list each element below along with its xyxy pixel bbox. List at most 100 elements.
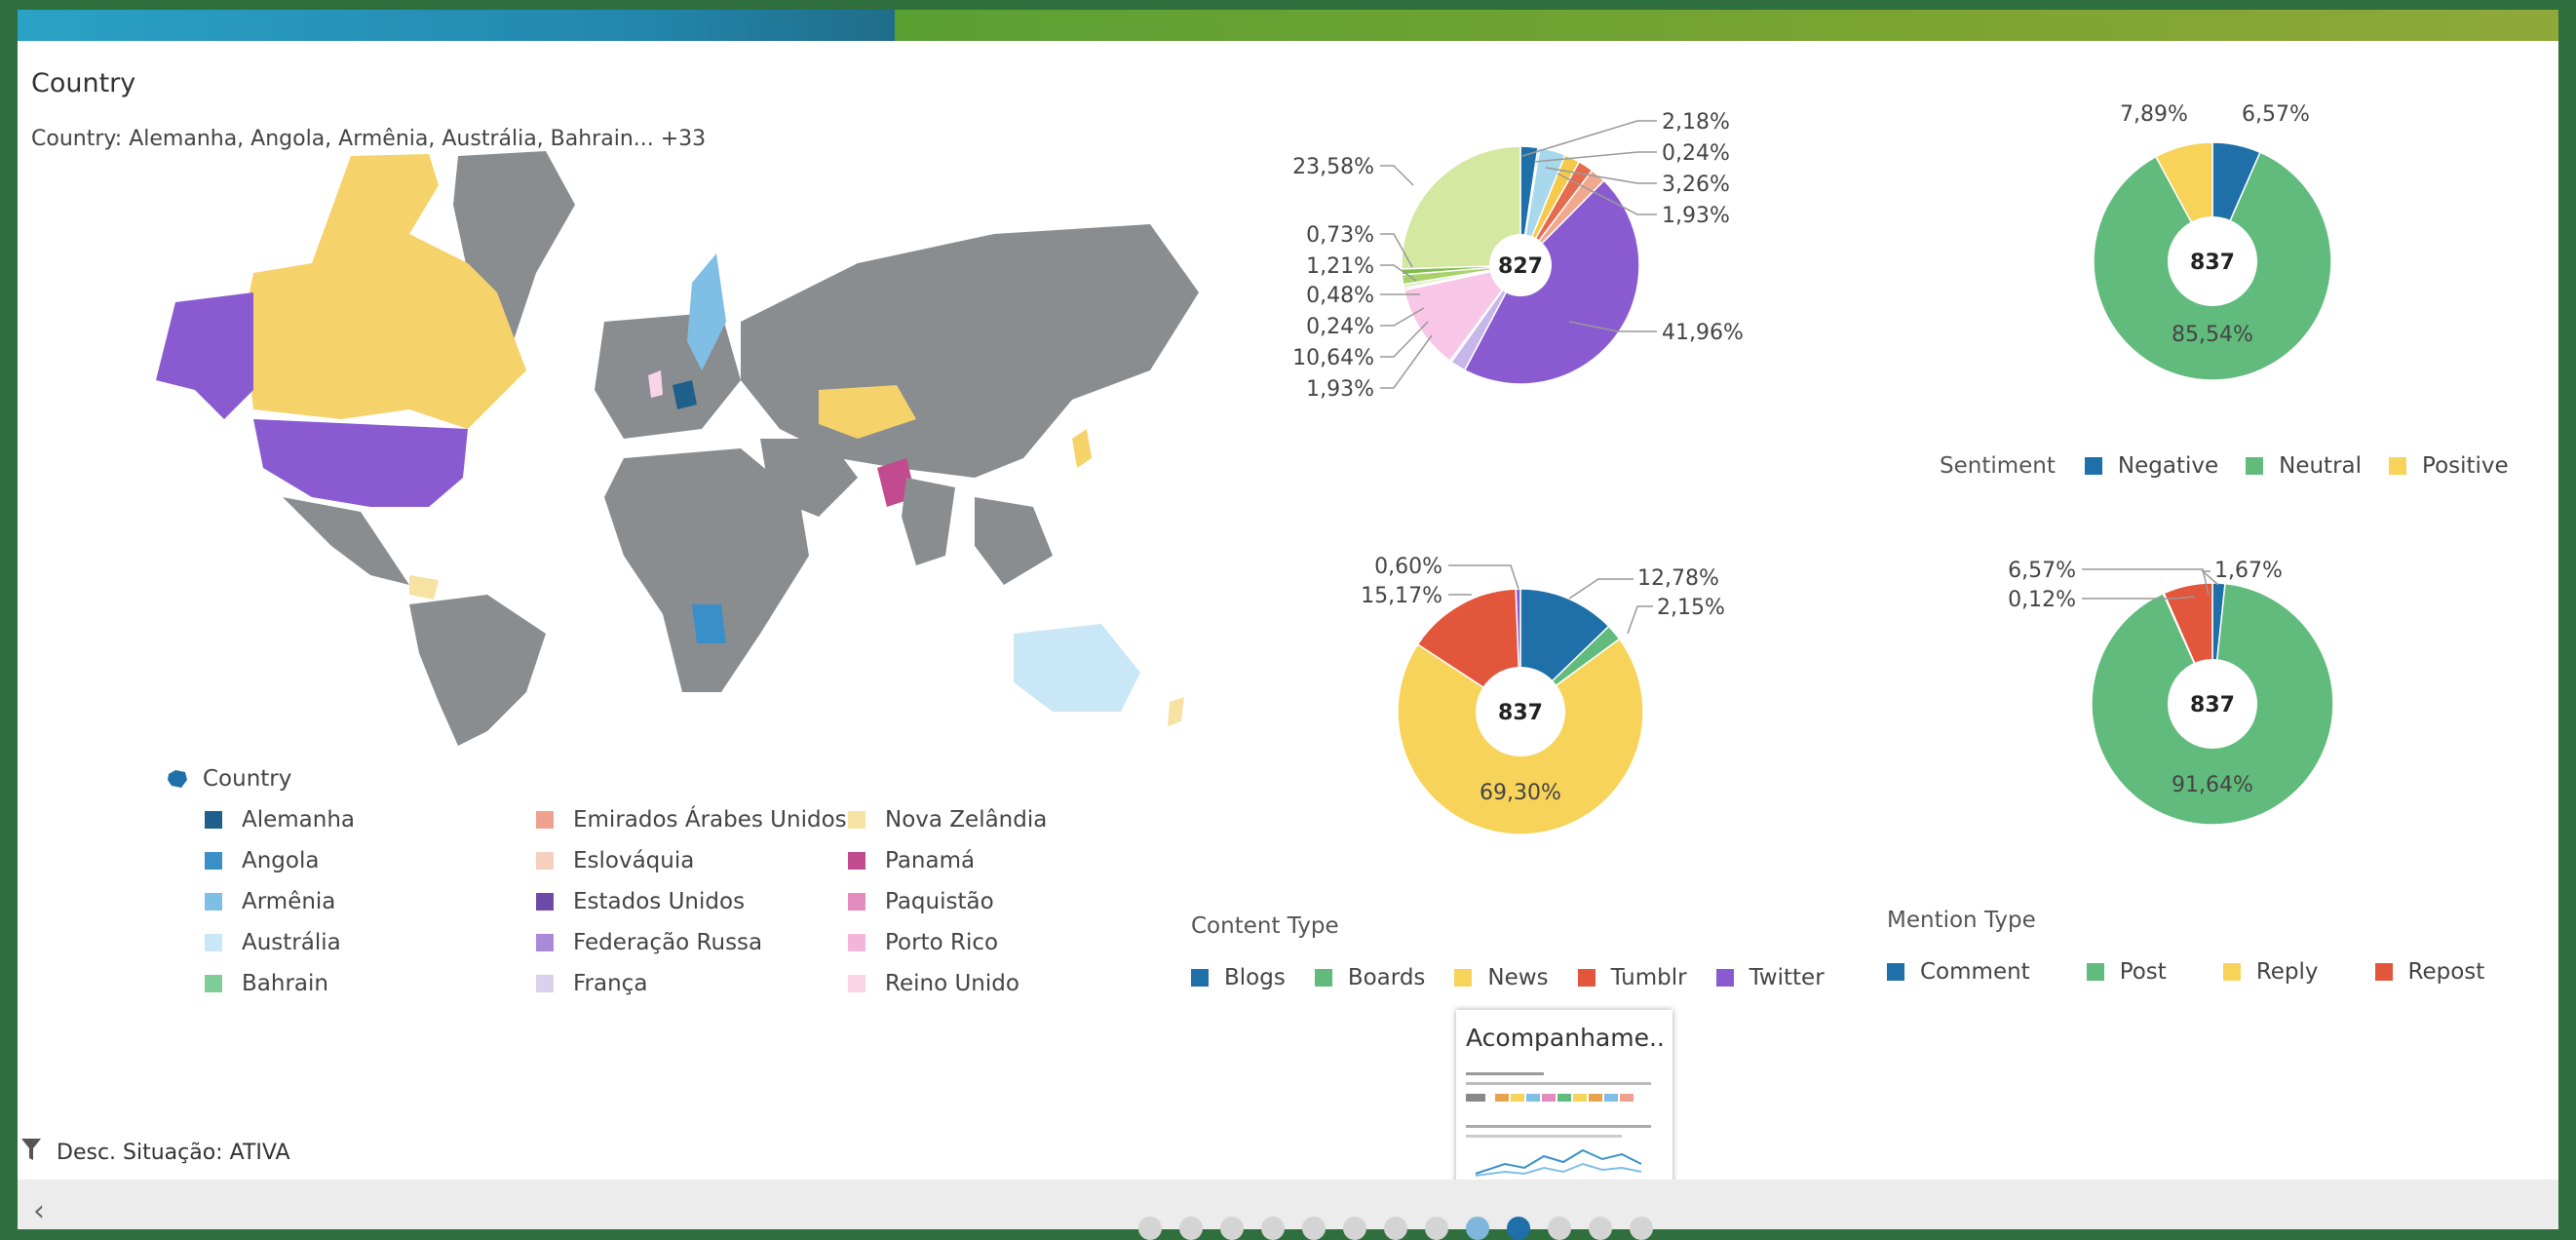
map-usa[interactable] — [253, 419, 468, 507]
filter-label: Desc. Situação: — [57, 1140, 223, 1165]
country-legend-item[interactable]: Porto Rico — [848, 930, 998, 955]
platform-pie-label: 23,58% — [1292, 155, 1374, 179]
legend-swatch — [2374, 963, 2393, 981]
content-type-legend-item[interactable]: Boards — [1314, 965, 1425, 990]
content-label-tumblr: 15,17% — [1361, 584, 1442, 608]
platform-pie-center-total: 827 — [1498, 254, 1543, 279]
filter-icon — [21, 1139, 41, 1166]
legend-label: Comment — [1920, 959, 2030, 985]
page-dot[interactable] — [1302, 1217, 1326, 1240]
content-type-legend-title: Content Type — [1191, 913, 1339, 939]
map-south-america[interactable] — [409, 595, 546, 746]
map-alaska[interactable] — [156, 292, 253, 419]
country-legend-item[interactable]: Federação Russa — [536, 930, 762, 955]
page-dot[interactable] — [1138, 1217, 1162, 1240]
banner-blue-segment — [18, 10, 895, 41]
sentiment-legend-item[interactable]: Negative — [2084, 453, 2219, 479]
country-legend-item[interactable]: França — [536, 971, 647, 996]
country-legend-item[interactable]: Angola — [205, 848, 319, 873]
legend-label: News — [1487, 965, 1549, 990]
page-dot[interactable] — [1507, 1217, 1530, 1240]
map-india[interactable] — [902, 478, 955, 565]
map-angola[interactable] — [692, 604, 726, 643]
mention-type-legend-item[interactable]: Comment — [1887, 959, 2030, 985]
legend-label: Austrália — [242, 930, 341, 955]
legend-label: Tumblr — [1610, 965, 1687, 990]
page-dot[interactable] — [1343, 1217, 1366, 1240]
platform-pie-label: 1,21% — [1306, 254, 1374, 279]
country-legend-item[interactable]: Emirados Árabes Unidos — [536, 807, 847, 833]
legend-label: Bahrain — [242, 971, 328, 996]
content-type-legend-item[interactable]: Tumblr — [1577, 965, 1687, 990]
content-label-twitter: 0,60% — [1374, 555, 1442, 579]
mention-type-legend: Comment Post Reply Repost — [1887, 959, 2484, 985]
country-legend-item[interactable]: Nova Zelândia — [848, 807, 1047, 833]
country-legend-item[interactable]: Alemanha — [205, 807, 355, 833]
previous-page-button[interactable]: ‹ — [33, 1194, 45, 1228]
world-map[interactable] — [117, 146, 1209, 751]
map-australia[interactable] — [1014, 624, 1140, 712]
sentiment-label-positive: 7,89% — [2120, 102, 2188, 127]
country-legend-item[interactable]: Panamá — [848, 848, 975, 873]
page-dot[interactable] — [1220, 1217, 1244, 1240]
legend-label: Panamá — [885, 848, 976, 873]
country-legend-item[interactable]: Paquistão — [848, 889, 994, 914]
legend-label: Emirados Árabes Unidos — [573, 807, 847, 833]
active-filter[interactable]: Desc. Situação: ATIVA — [21, 1139, 290, 1166]
map-southeast-asia[interactable] — [975, 497, 1053, 585]
country-legend-item[interactable]: Bahrain — [205, 971, 328, 996]
sentiment-label-negative: 6,57% — [2242, 102, 2310, 127]
map-africa[interactable] — [604, 448, 809, 692]
legend-swatch — [1191, 969, 1209, 987]
page-dot[interactable] — [1384, 1217, 1407, 1240]
legend-swatch — [848, 975, 865, 992]
content-type-donut-chart: 837 12,78% 2,15% 69,30% 15,17% 0,60% — [1361, 555, 1725, 835]
legend-label: Twitter — [1749, 965, 1825, 990]
country-legend-item[interactable]: Estados Unidos — [536, 889, 745, 914]
country-legend-item[interactable]: Armênia — [205, 889, 335, 914]
platform-pie-chart: 827 2,18% 0,24% 3,26% 1,93% 41,96% 23,58% 0,73%… — [1292, 110, 1744, 402]
country-legend-item[interactable]: Reino Unido — [848, 971, 1019, 996]
map-japan[interactable] — [1072, 429, 1092, 468]
mention-type-legend-item[interactable]: Repost — [2374, 959, 2484, 985]
content-type-legend-item[interactable]: Twitter — [1715, 965, 1825, 990]
legend-swatch — [536, 811, 554, 829]
page-title: Country — [31, 68, 136, 98]
legend-swatch — [848, 852, 865, 870]
legend-swatch — [2389, 457, 2407, 475]
page-dot[interactable] — [1630, 1217, 1653, 1240]
map-panama[interactable] — [409, 575, 439, 600]
map-new-zealand[interactable] — [1168, 697, 1184, 726]
page-dot[interactable] — [1425, 1217, 1448, 1240]
legend-swatch — [1577, 969, 1596, 987]
content-type-legend-item[interactable]: Blogs — [1191, 965, 1286, 990]
legend-label: Negative — [2117, 453, 2219, 479]
content-leader — [1627, 605, 1653, 635]
country-legend-item[interactable]: Austrália — [205, 930, 341, 955]
country-legend: Country Alemanha Angola Armênia Austrália Ba… — [166, 766, 1082, 1000]
mention-type-legend-item[interactable]: Reply — [2222, 959, 2319, 985]
map-central-america[interactable] — [283, 497, 409, 585]
page-dot[interactable] — [1179, 1217, 1203, 1240]
legend-label: Neutral — [2279, 453, 2363, 479]
country-legend-item[interactable]: Eslováquia — [536, 848, 694, 873]
mention-type-legend-title: Mention Type — [1887, 908, 2036, 933]
legend-swatch — [205, 934, 222, 951]
country-legend-title: Country — [203, 766, 292, 792]
mention-type-legend-item[interactable]: Post — [2086, 959, 2167, 985]
dashboard-thumbnail-card[interactable]: Acompanhame... — [1456, 1010, 1672, 1195]
page-dot[interactable] — [1466, 1217, 1489, 1240]
legend-swatch — [536, 852, 554, 870]
legend-swatch — [536, 893, 554, 911]
sentiment-legend-item[interactable]: Positive — [2389, 453, 2509, 479]
legend-label: Estados Unidos — [573, 889, 746, 914]
legend-swatch — [205, 893, 222, 911]
content-label-blogs: 12,78% — [1637, 566, 1719, 591]
page-dot[interactable] — [1589, 1217, 1612, 1240]
page-dot[interactable] — [1261, 1217, 1285, 1240]
content-type-legend-item[interactable]: News — [1454, 965, 1549, 990]
banner-green-segment — [895, 10, 2558, 41]
page-dot[interactable] — [1548, 1217, 1571, 1240]
sentiment-legend-item[interactable]: Neutral — [2246, 453, 2362, 479]
sentiment-donut-chart: 837 6,57% 7,89% 85,54% — [2093, 102, 2332, 380]
